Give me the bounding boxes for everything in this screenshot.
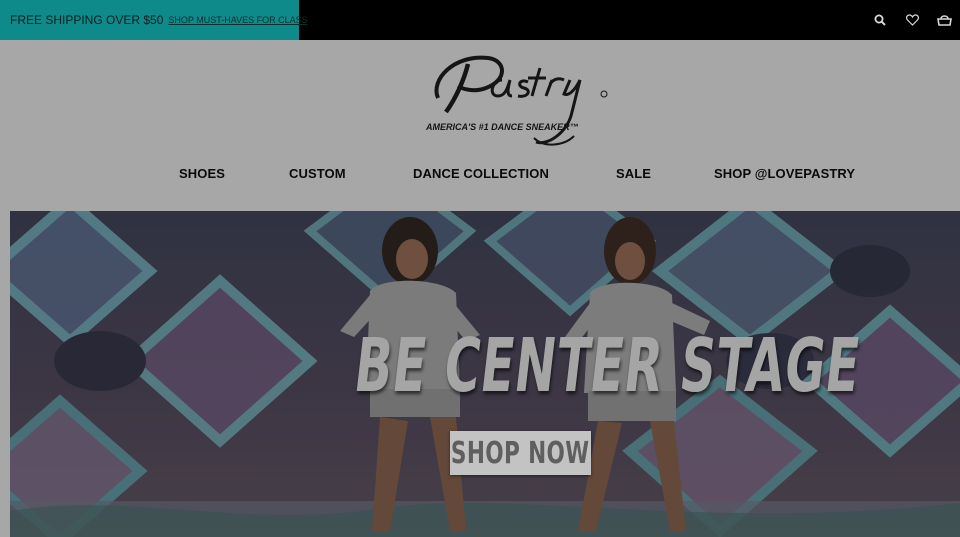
nav-item-shop-lovepastry[interactable]: SHOP @LOVEPASTRY	[714, 166, 855, 181]
main-nav: SHOES CUSTOM DANCE COLLECTION SALE SHOP …	[0, 166, 960, 190]
search-icon[interactable]	[864, 0, 896, 40]
top-bar: FREE SHIPPING OVER $50 SHOP MUST-HAVES F…	[0, 0, 960, 40]
cart-icon[interactable]	[928, 0, 960, 40]
header-actions	[864, 0, 960, 40]
pastry-logo-mark: AMERICA'S #1 DANCE SNEAKER™	[425, 55, 608, 146]
shop-now-button[interactable]: SHOP NOW	[450, 431, 591, 475]
shop-now-label: SHOP NOW	[451, 435, 590, 471]
nav-item-sale[interactable]: SALE	[616, 166, 651, 181]
nav-item-shoes[interactable]: SHOES	[179, 166, 225, 181]
heart-icon[interactable]	[896, 0, 928, 40]
nav-item-custom[interactable]: CUSTOM	[289, 166, 346, 181]
promo-link[interactable]: SHOP MUST-HAVES FOR CLASS	[168, 15, 307, 25]
logo-tagline: AMERICA'S #1 DANCE SNEAKER™	[425, 122, 579, 132]
promo-banner: FREE SHIPPING OVER $50 SHOP MUST-HAVES F…	[0, 0, 308, 40]
hero-banner[interactable]: BE CENTER STAGE SHOP NOW	[10, 211, 960, 537]
pastry-logo[interactable]: AMERICA'S #1 DANCE SNEAKER™	[424, 50, 610, 150]
nav-item-dance-collection[interactable]: DANCE COLLECTION	[413, 166, 549, 181]
promo-text: FREE SHIPPING OVER $50	[10, 13, 164, 27]
hero-headline: BE CENTER STAGE	[350, 323, 865, 409]
